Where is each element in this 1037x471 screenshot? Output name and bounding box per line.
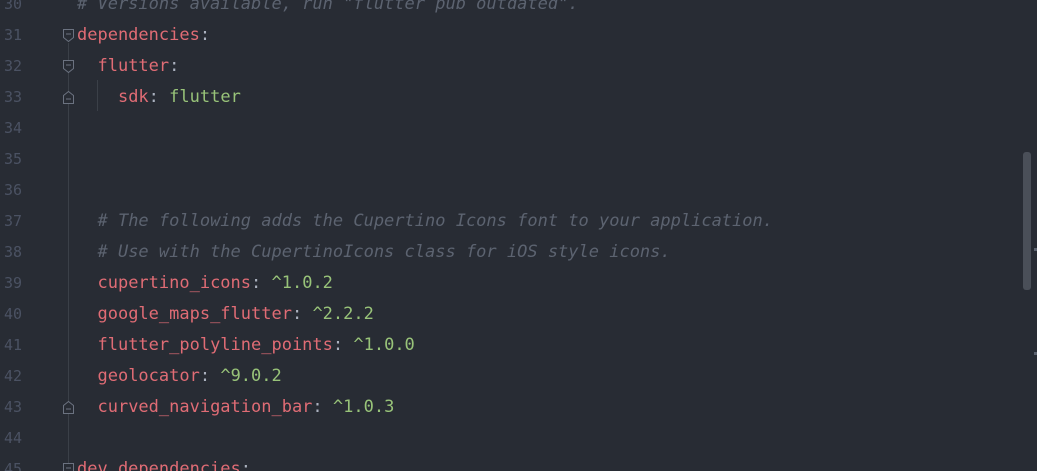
fold-close-icon[interactable] xyxy=(62,392,76,423)
yaml-key: sdk xyxy=(117,87,149,107)
yaml-comment: # Use with the CupertinoIcons class for … xyxy=(97,242,671,262)
yaml-comment: # The following adds the Cupertino Icons… xyxy=(97,211,773,231)
line-number: 30 xyxy=(3,0,22,13)
line-number: 41 xyxy=(3,336,22,354)
line-number: 33 xyxy=(3,88,22,106)
line-number: 43 xyxy=(3,398,22,416)
line-number: 42 xyxy=(3,367,22,385)
yaml-punctuation: : xyxy=(240,459,252,471)
line-number-gutter: 30 31 32 33 34 35 36 37 38 39 40 41 42 43 44 45 xyxy=(0,0,56,471)
yaml-key: curved_navigation_bar xyxy=(97,397,313,417)
line-number: 45 xyxy=(3,460,22,471)
fold-close-icon[interactable] xyxy=(62,82,76,113)
code-line[interactable]: geolocator: ^9.0.2 xyxy=(77,361,282,392)
line-number: 40 xyxy=(3,305,22,323)
yaml-key: google_maps_flutter xyxy=(97,304,292,324)
yaml-punctuation: : xyxy=(199,366,221,386)
vertical-scrollbar[interactable] xyxy=(1023,0,1031,471)
line-number: 39 xyxy=(3,274,22,292)
yaml-value: ^9.0.2 xyxy=(220,366,282,386)
line-number: 37 xyxy=(3,212,22,230)
yaml-punctuation xyxy=(77,397,97,417)
yaml-punctuation xyxy=(77,56,97,76)
yaml-punctuation xyxy=(77,335,97,355)
line-number: 31 xyxy=(3,26,22,44)
yaml-comment: # Versions available, run "flutter pub o… xyxy=(77,0,579,14)
code-line[interactable]: flutter: xyxy=(77,51,179,82)
line-number: 34 xyxy=(3,119,22,137)
yaml-punctuation: : xyxy=(312,397,333,417)
yaml-value: flutter xyxy=(169,87,241,107)
yaml-punctuation xyxy=(77,242,97,262)
yaml-value: ^2.2.2 xyxy=(312,304,374,324)
line-number: 32 xyxy=(3,57,22,75)
code-line[interactable]: dev_dependencies: xyxy=(77,454,251,471)
fold-open-icon[interactable] xyxy=(62,20,76,51)
yaml-key: flutter xyxy=(97,56,170,76)
yaml-punctuation xyxy=(77,87,118,107)
yaml-value: ^1.0.3 xyxy=(332,397,395,417)
yaml-punctuation: : xyxy=(291,304,313,324)
yaml-punctuation: : xyxy=(148,87,170,107)
code-line[interactable]: flutter_polyline_points: ^1.0.0 xyxy=(77,330,415,361)
line-number: 36 xyxy=(3,181,22,199)
code-line[interactable]: # Versions available, run "flutter pub o… xyxy=(77,0,579,20)
fold-open-icon[interactable] xyxy=(62,51,76,82)
yaml-key: dev_dependencies xyxy=(77,459,241,471)
code-line[interactable]: # Use with the CupertinoIcons class for … xyxy=(77,237,671,268)
yaml-punctuation: : xyxy=(251,273,272,293)
yaml-key: dependencies xyxy=(77,25,200,45)
yaml-punctuation: : xyxy=(199,25,211,45)
line-number: 38 xyxy=(3,243,22,261)
yaml-punctuation xyxy=(77,366,97,386)
code-line[interactable]: sdk: flutter xyxy=(77,82,241,113)
yaml-punctuation: : xyxy=(169,56,180,76)
yaml-punctuation: : xyxy=(332,335,354,355)
yaml-key: flutter_polyline_points xyxy=(97,335,333,355)
yaml-punctuation xyxy=(77,304,97,324)
code-editor[interactable]: 30 31 32 33 34 35 36 37 38 39 40 41 42 43 44 45 # Versi… xyxy=(0,0,1037,471)
fold-open-icon[interactable] xyxy=(62,454,76,471)
yaml-value: ^1.0.2 xyxy=(271,273,333,293)
line-number: 35 xyxy=(3,150,22,168)
yaml-key: cupertino_icons xyxy=(97,273,252,293)
yaml-key: geolocator xyxy=(97,366,200,386)
code-line[interactable]: cupertino_icons: ^1.0.2 xyxy=(77,268,333,299)
code-line[interactable]: curved_navigation_bar: ^1.0.3 xyxy=(77,392,394,423)
scrollbar-thumb[interactable] xyxy=(1023,152,1031,290)
yaml-punctuation xyxy=(77,273,97,293)
code-line[interactable]: # The following adds the Cupertino Icons… xyxy=(77,206,773,237)
line-number: 44 xyxy=(3,429,22,447)
code-line[interactable]: dependencies: xyxy=(77,20,210,51)
yaml-value: ^1.0.0 xyxy=(353,335,415,355)
yaml-punctuation xyxy=(77,211,97,231)
code-line[interactable]: google_maps_flutter: ^2.2.2 xyxy=(77,299,374,330)
